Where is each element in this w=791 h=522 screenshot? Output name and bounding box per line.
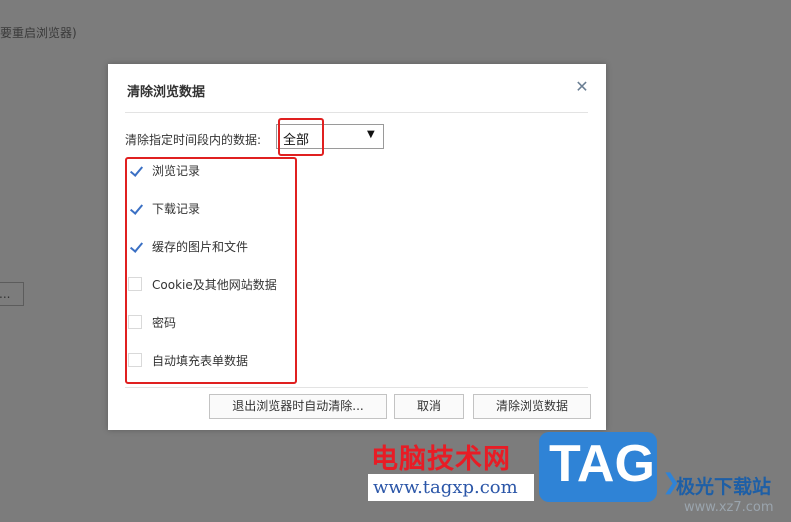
watermark-site-url: www.tagxp.com bbox=[373, 477, 518, 498]
clear-data-button[interactable]: 清除浏览数据 bbox=[473, 394, 591, 419]
checkbox-autofill[interactable] bbox=[128, 353, 142, 367]
option-label: 下载记录 bbox=[152, 202, 201, 216]
checkbox-download-history[interactable] bbox=[128, 201, 142, 215]
highlight-box-options bbox=[125, 157, 297, 384]
footer-divider bbox=[125, 387, 588, 388]
dialog-title: 清除浏览数据 bbox=[127, 85, 206, 100]
checkbox-cached-files[interactable] bbox=[128, 239, 142, 253]
option-label: 浏览记录 bbox=[152, 164, 201, 178]
clear-browsing-data-dialog: 清除浏览数据 ✕ 清除指定时间段内的数据: 全部 ▼ 浏览记录 下载记录 缓存的… bbox=[108, 64, 606, 430]
checkbox-passwords[interactable] bbox=[128, 315, 142, 329]
background-hint-text: 要重启浏览器) bbox=[0, 26, 77, 40]
auto-clear-on-exit-button[interactable]: 退出浏览器时自动清除... bbox=[209, 394, 387, 419]
watermark-site-name: 电脑技术网 bbox=[371, 444, 511, 475]
close-icon[interactable]: ✕ bbox=[574, 78, 590, 96]
option-label: 密码 bbox=[152, 316, 177, 330]
tag-logo: TAG bbox=[539, 432, 657, 502]
time-range-label: 清除指定时间段内的数据: bbox=[125, 133, 262, 147]
watermark-second-url: www.xz7.com bbox=[684, 500, 774, 515]
option-label: 自动填充表单数据 bbox=[152, 354, 249, 368]
time-range-select[interactable]: 全部 ▼ bbox=[276, 124, 384, 149]
dropdown-arrow-icon: ▼ bbox=[367, 129, 375, 140]
option-label: 缓存的图片和文件 bbox=[152, 240, 249, 254]
option-label: Cookie及其他网站数据 bbox=[152, 278, 277, 292]
tag-logo-text: TAG bbox=[549, 435, 655, 493]
cancel-button[interactable]: 取消 bbox=[394, 394, 464, 419]
title-divider bbox=[125, 112, 588, 113]
checkbox-browsing-history[interactable] bbox=[128, 163, 142, 177]
watermark-second-name: 极光下载站 bbox=[676, 476, 772, 498]
checkbox-cookies[interactable] bbox=[128, 277, 142, 291]
background-button[interactable]: ... bbox=[0, 282, 24, 306]
time-range-value: 全部 bbox=[283, 133, 310, 148]
